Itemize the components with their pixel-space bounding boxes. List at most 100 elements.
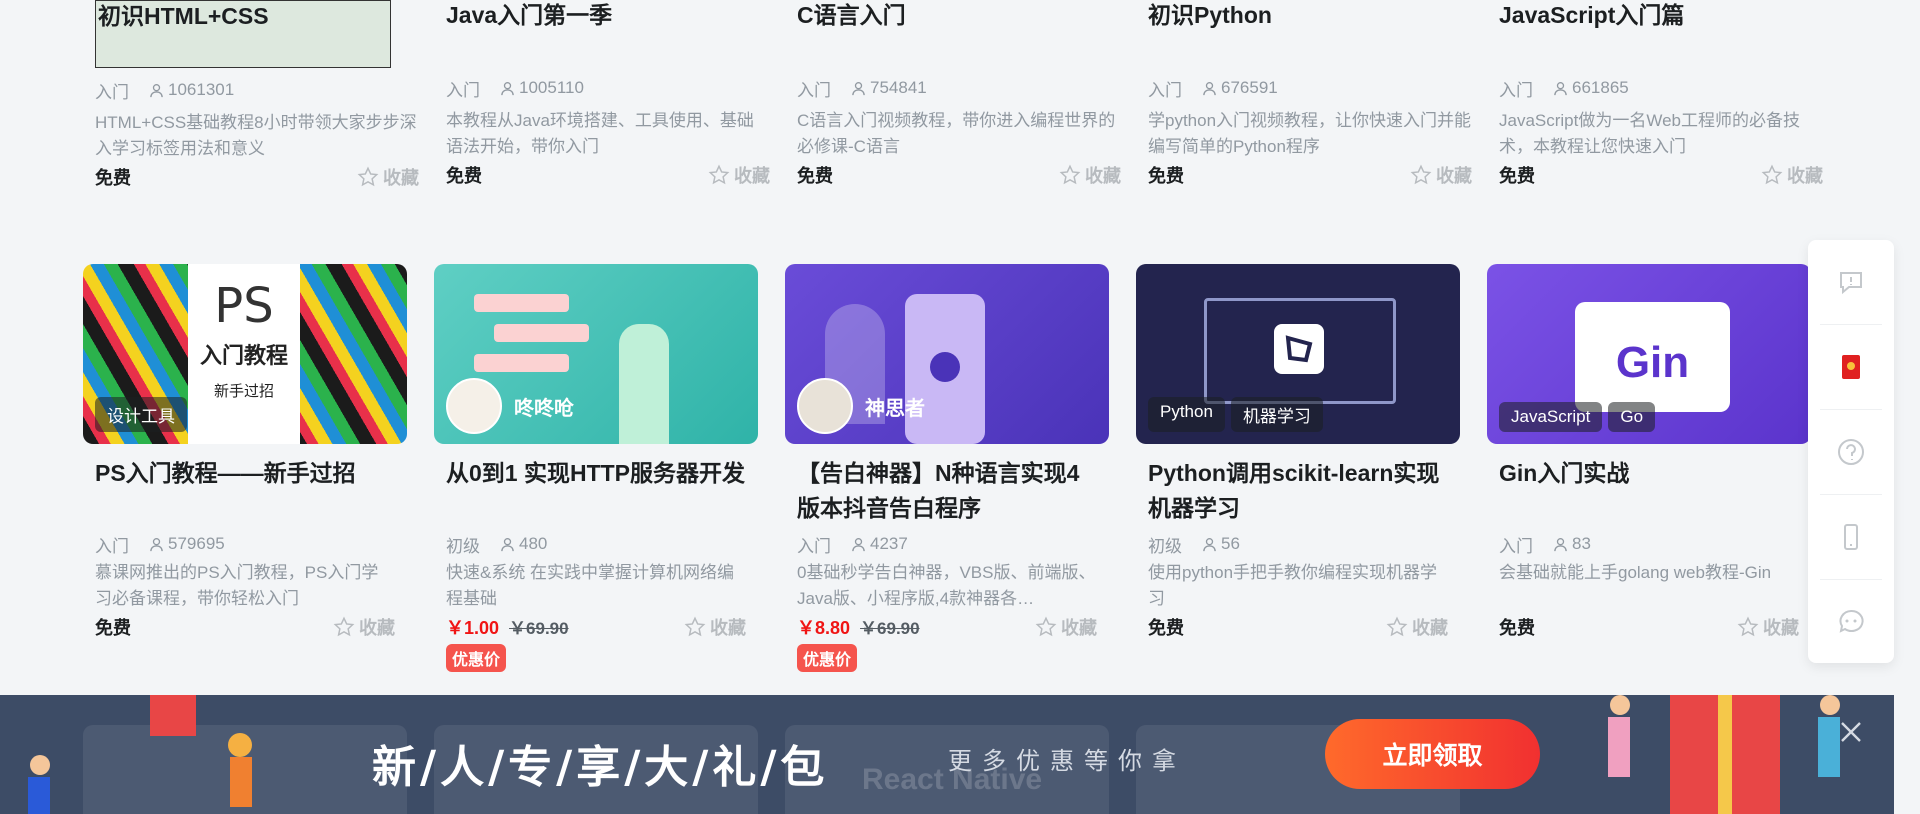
course-card[interactable]: JavaScript入门篇 入门 661865 JavaScript做为一名We…	[1499, 0, 1823, 190]
course-thumbnail[interactable]: 咚咚呛	[434, 264, 758, 444]
thumb-text: 新手过招	[213, 383, 274, 400]
learner-count: 754841	[851, 78, 927, 98]
course-foot: 免费 收藏	[1148, 160, 1472, 190]
learner-count: 480	[500, 534, 547, 554]
course-card[interactable]: C语言入门 入门 754841 C语言入门视频教程，带你进入编程世界的必修课-C…	[797, 0, 1121, 190]
author-name: 咚咚呛	[514, 397, 574, 420]
thumb-decoration	[494, 324, 589, 342]
learner-count: 1005110	[500, 78, 584, 98]
course-level: 入门	[1499, 536, 1533, 556]
author[interactable]: 咚咚呛	[446, 378, 574, 434]
course-price: 免费	[1499, 166, 1535, 186]
favorite-button[interactable]: 收藏	[333, 614, 395, 640]
author-avatar	[797, 378, 853, 434]
course-thumbnail[interactable]: 神思者	[785, 264, 1109, 444]
learner-count: 579695	[149, 534, 225, 554]
course-card[interactable]: PS 入门教程 新手过招 设计工具 PS入门教程——新手过招 入门 579695…	[83, 264, 407, 642]
course-thumbnail[interactable]: Gin JavaScript Go	[1487, 264, 1811, 444]
course-card[interactable]: 初识Python 入门 676591 学python入门视频教程，让你快速入门并…	[1148, 0, 1472, 190]
feedback-button[interactable]	[1820, 240, 1882, 325]
red-packet-button[interactable]	[1820, 325, 1882, 410]
course-meta: 初级 56	[1136, 532, 1460, 556]
course-title[interactable]: JavaScript入门篇	[1499, 0, 1823, 66]
course-price: 免费	[446, 166, 482, 186]
course-meta: 入门 1061301	[95, 78, 419, 102]
favorite-button[interactable]: 收藏	[708, 162, 770, 188]
course-desc: 学python入门视频教程，让你快速入门并能编写简单的Python程序	[1148, 111, 1472, 156]
author[interactable]: 神思者	[797, 378, 925, 434]
user-icon	[1203, 81, 1216, 95]
chat-icon	[1839, 609, 1864, 633]
course-tag: 机器学习	[1230, 397, 1323, 432]
price-current: ￥1.00	[446, 618, 500, 638]
user-icon	[1554, 537, 1567, 551]
course-title[interactable]: Java入门第一季	[446, 0, 770, 66]
course-thumbnail[interactable]: PS 入门教程 新手过招 设计工具	[83, 264, 407, 444]
favorite-button[interactable]: 收藏	[1737, 614, 1799, 640]
help-icon	[1838, 439, 1864, 465]
thumb-poster: PS 入门教程 新手过招	[188, 264, 300, 444]
course-price: 免费	[95, 618, 131, 638]
course-price: 免费	[797, 166, 833, 186]
feedback-icon	[1840, 272, 1862, 295]
course-level: 入门	[446, 80, 480, 100]
course-desc: C语言入门视频教程，带你进入编程世界的必修课-C语言	[797, 111, 1116, 156]
favorite-button[interactable]: 收藏	[1059, 162, 1121, 188]
course-tag: Go	[1608, 402, 1656, 432]
star-icon	[1761, 164, 1783, 185]
course-title[interactable]: 初识HTML+CSS	[95, 0, 391, 68]
course-card[interactable]: Gin JavaScript Go Gin入门实战 入门 83 会基础就能上手g…	[1487, 264, 1811, 642]
favorite-button[interactable]: 收藏	[1761, 162, 1823, 188]
claim-gift-button[interactable]: 立即领取	[1325, 719, 1540, 789]
course-price: ￥8.80 ￥69.90	[797, 614, 920, 640]
course-card[interactable]: Python 机器学习 Python调用scikit-learn实现机器学习 初…	[1136, 264, 1460, 642]
course-title[interactable]: 初识Python	[1148, 0, 1472, 66]
course-title[interactable]: C语言入门	[797, 0, 1121, 66]
course-card[interactable]: Java入门第一季 入门 1005110 本教程从Java环境搭建、工具使用、基…	[446, 0, 770, 190]
course-foot: 免费 收藏	[95, 162, 419, 192]
favorite-button[interactable]: 收藏	[357, 164, 419, 190]
favorite-button[interactable]: 收藏	[1386, 614, 1448, 640]
thumb-text: 入门教程	[199, 343, 288, 368]
close-icon[interactable]	[1834, 715, 1868, 749]
course-desc: 本教程从Java环境搭建、工具使用、基础语法开始，带你入门	[446, 111, 754, 156]
star-icon	[708, 164, 730, 185]
mobile-app-button[interactable]	[1820, 495, 1882, 580]
course-title[interactable]: Gin入门实战	[1487, 456, 1811, 526]
course-meta: 初级 480	[434, 532, 758, 556]
learner-count: 83	[1553, 534, 1591, 554]
course-foot: 免费 收藏	[1487, 612, 1811, 642]
course-foot: 免费 收藏	[83, 612, 407, 642]
favorite-button[interactable]: 收藏	[684, 614, 746, 640]
course-card[interactable]: 初识HTML+CSS 入门 1061301 HTML+CSS基础教程8小时带领大…	[95, 0, 419, 192]
favorite-button[interactable]: 收藏	[1035, 614, 1097, 640]
chat-button[interactable]	[1820, 580, 1882, 664]
course-meta: 入门 676591	[1148, 76, 1472, 100]
star-icon	[1737, 616, 1759, 637]
course-title[interactable]: 从0到1 实现HTTP服务器开发	[434, 456, 758, 526]
price-original: ￥69.90	[509, 619, 569, 638]
course-thumbnail[interactable]: Python 机器学习	[1136, 264, 1460, 444]
course-foot: ￥8.80 ￥69.90 收藏	[785, 612, 1109, 642]
help-button[interactable]	[1820, 410, 1882, 495]
course-card[interactable]: 神思者 【告白神器】N种语言实现4版本抖音告白程序 入门 4237 0基础秒学告…	[785, 264, 1109, 672]
course-card[interactable]: 咚咚呛 从0到1 实现HTTP服务器开发 初级 480 快速&系统 在实践中掌握…	[434, 264, 758, 672]
user-icon	[1554, 81, 1567, 95]
course-price: 免费	[1148, 618, 1184, 638]
course-desc: HTML+CSS基础教程8小时带领大家步步深入学习标签用法和意义	[95, 113, 417, 158]
star-icon	[1059, 164, 1081, 185]
course-foot: 免费 收藏	[1499, 160, 1823, 190]
course-tag: Python	[1148, 397, 1225, 432]
learner-count: 56	[1202, 534, 1240, 554]
course-desc: 慕课网推出的PS入门教程，PS入门学习必备课程，带你轻松入门	[95, 563, 379, 608]
course-title[interactable]: PS入门教程——新手过招	[83, 456, 407, 526]
course-title[interactable]: Python调用scikit-learn实现机器学习	[1136, 456, 1460, 526]
promo-banner: React Native 新/人/专/享/大/礼/包 更多优惠等你拿 立即领取	[0, 695, 1894, 814]
learner-count: 676591	[1202, 78, 1278, 98]
thumb-figure	[619, 324, 669, 444]
sale-badge: 优惠价	[797, 644, 858, 672]
user-icon	[852, 81, 865, 95]
course-level: 入门	[797, 536, 831, 556]
favorite-button[interactable]: 收藏	[1410, 162, 1472, 188]
course-title[interactable]: 【告白神器】N种语言实现4版本抖音告白程序	[785, 456, 1109, 526]
